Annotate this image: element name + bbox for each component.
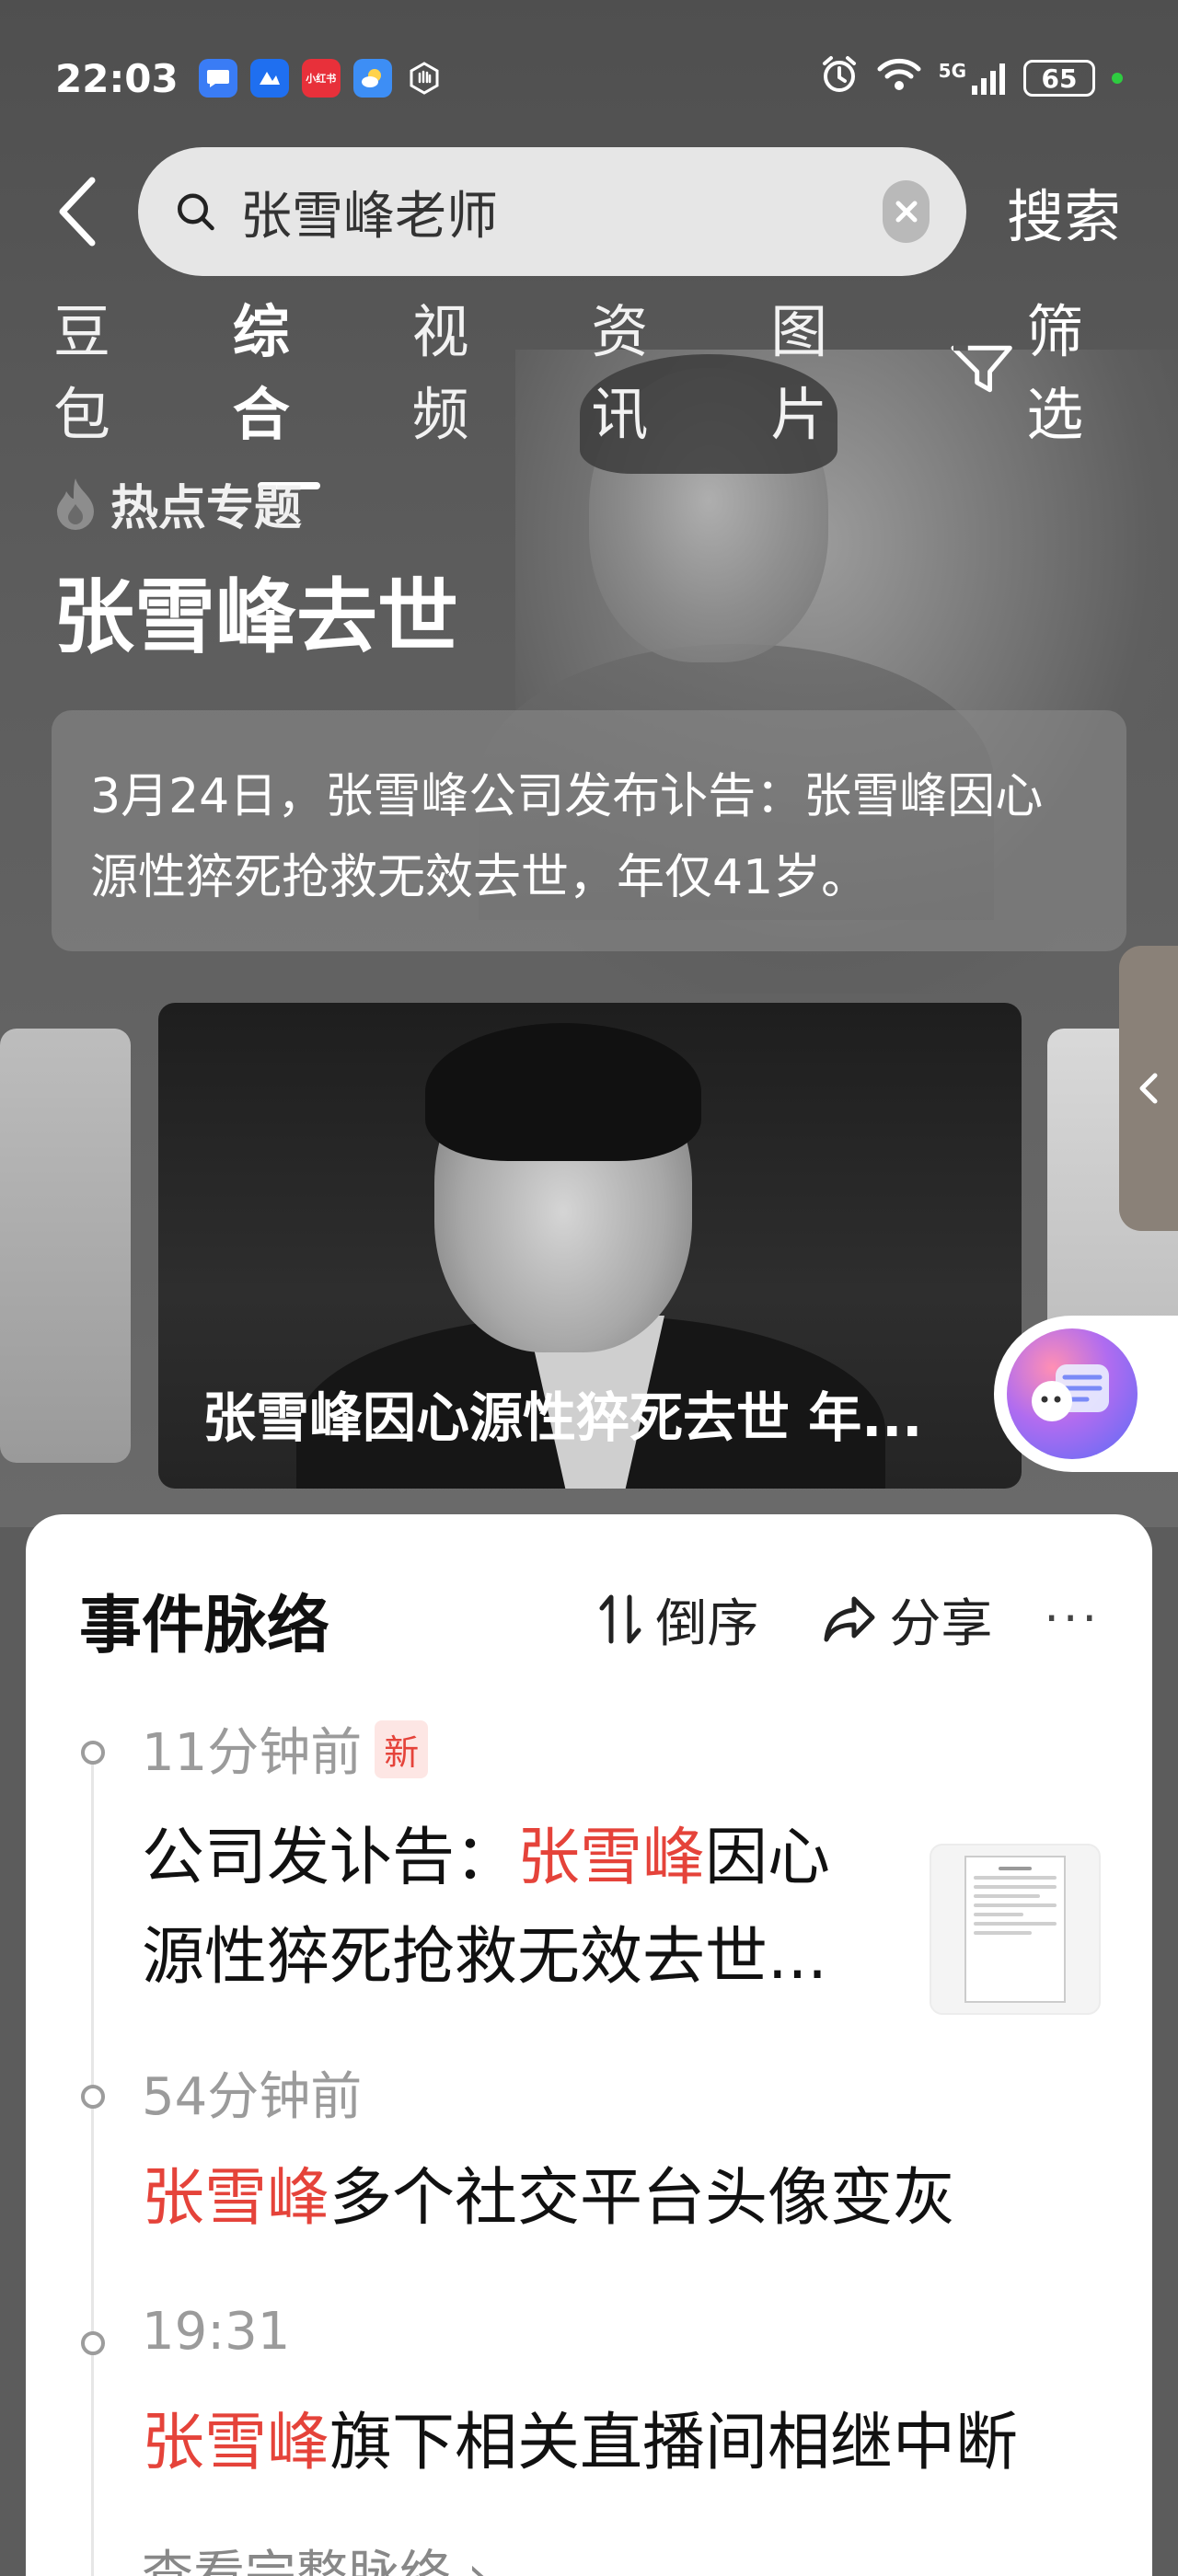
status-app-icons: 小红书 [198,59,444,98]
carousel-main-card[interactable]: 张雪峰因心源性猝死去世 年... [158,1003,1022,1489]
tab-comprehensive[interactable]: 综合 [233,285,346,451]
alarm-icon [819,54,860,103]
wifi-icon [876,56,922,101]
tab-images[interactable]: 图片 [770,285,884,451]
hot-topic-label: 热点专题 [53,469,302,538]
timeline-item[interactable]: 公司发讣告：张雪峰因心源性猝死抢救无效去世... [142,1809,915,2007]
chevron-left-icon [1139,1073,1158,1104]
timeline-time-text: 11分钟前 [142,1723,363,1783]
hot-topic-summary[interactable]: 3月24日，张雪峰公司发布讣告：张雪峰因心源性猝死抢救无效去世，年仅41岁。 [52,710,1126,951]
timeline-header: 事件脉络 倒序 分享 ··· [79,1573,1101,1665]
tab-news[interactable]: 资讯 [591,285,704,451]
timeline-text-rest: 旗下相关直播间相继中断 [329,2407,1019,2479]
timeline-time: 54分钟前 [142,2067,363,2127]
status-time: 22:03 [55,55,179,101]
share-label: 分享 [889,1593,993,1654]
filter-label: 筛选 [1026,298,1084,448]
timeline-item[interactable]: 张雪峰旗下相关直播间相继中断 [142,2394,1018,2493]
more-options-icon[interactable]: ··· [1044,1592,1101,1647]
tab-doubao[interactable]: 豆包 [53,285,167,451]
signal-icon: 5G [939,60,1007,97]
flame-icon [57,477,94,530]
sort-icon [599,1594,641,1644]
result-tabs: 豆包 综合 视频 资讯 图片 筛选 [53,298,1139,448]
tab-video[interactable]: 视频 [412,285,525,451]
close-icon [895,201,917,223]
timeline-text-rest: 因心 [705,1822,831,1894]
share-button[interactable]: 分享 [823,1582,992,1657]
photo-hair [425,1023,701,1161]
battery-indicator: 65 [1023,60,1095,97]
timeline-time: 19:31 [142,2302,291,2362]
obituary-thumbnail[interactable] [930,1844,1101,2015]
filter-button[interactable]: 筛选 [950,285,1139,451]
timeline-node [81,1741,105,1765]
search-button[interactable]: 搜索 [1007,170,1121,253]
timeline-node [81,2085,105,2109]
xiaohongshu-icon: 小红书 [301,59,341,98]
view-full-timeline-link[interactable]: 查看完整脉络 › [142,2534,488,2576]
share-icon [824,1596,875,1642]
timeline-highlight: 张雪峰 [142,2162,330,2235]
carousel-caption: 张雪峰因心源性猝死去世 年... [202,1386,923,1449]
search-box[interactable] [138,147,966,276]
hot-topic-title[interactable]: 张雪峰去世 [53,552,458,669]
timeline-highlight: 张雪峰 [517,1822,706,1894]
new-badge: 新 [375,1720,429,1778]
timeline-text-line2: 源性猝死抢救无效去世... [142,1921,827,1994]
filter-icon [951,345,1012,393]
document-thumbnail-icon [964,1856,1066,2003]
assistant-avatar-icon [1007,1328,1138,1459]
timeline-node [81,2331,105,2355]
status-indicators: 5G 65 [819,54,1123,103]
clear-search-button[interactable] [883,180,930,243]
timeline-actions: 倒序 分享 ··· [534,1582,1101,1657]
timeline-item[interactable]: 张雪峰多个社交平台头像变灰 [142,2149,955,2248]
sort-button[interactable]: 倒序 [598,1582,758,1657]
timeline-line [91,1744,94,2576]
xiaohongshu-label: 小红书 [306,73,337,85]
weather-icon [352,59,392,98]
search-input[interactable] [240,181,883,242]
ding-icon [249,59,289,98]
ai-assistant-button[interactable] [994,1316,1178,1472]
side-drawer-handle[interactable] [1119,946,1178,1231]
timeline-highlight: 张雪峰 [142,2407,330,2479]
back-button[interactable] [37,170,120,253]
timeline-time: 11分钟前新 [142,1711,429,1786]
timeline-text-rest: 多个社交平台头像变灰 [329,2162,956,2235]
chat-bubble-icon [198,59,237,98]
hot-topic-text: 热点专题 [110,481,303,536]
timeline-title: 事件脉络 [79,1589,330,1662]
event-timeline-card: 事件脉络 倒序 分享 ··· 11分钟前新 公司发讣告：张雪峰因心 源性猝死抢救无… [26,1514,1152,2576]
search-icon [178,193,214,231]
hand-icon [405,59,444,98]
network-type: 5G [938,60,966,82]
timeline-text-prefix: 公司发讣告： [142,1822,518,1894]
chevron-left-icon [59,177,96,247]
search-row: 搜索 [0,147,1178,276]
carousel-prev-card[interactable] [0,1029,131,1463]
sort-label: 倒序 [655,1593,759,1654]
status-bar: 22:03 小红书 5G 65 [0,0,1178,156]
charging-dot [1112,73,1123,84]
